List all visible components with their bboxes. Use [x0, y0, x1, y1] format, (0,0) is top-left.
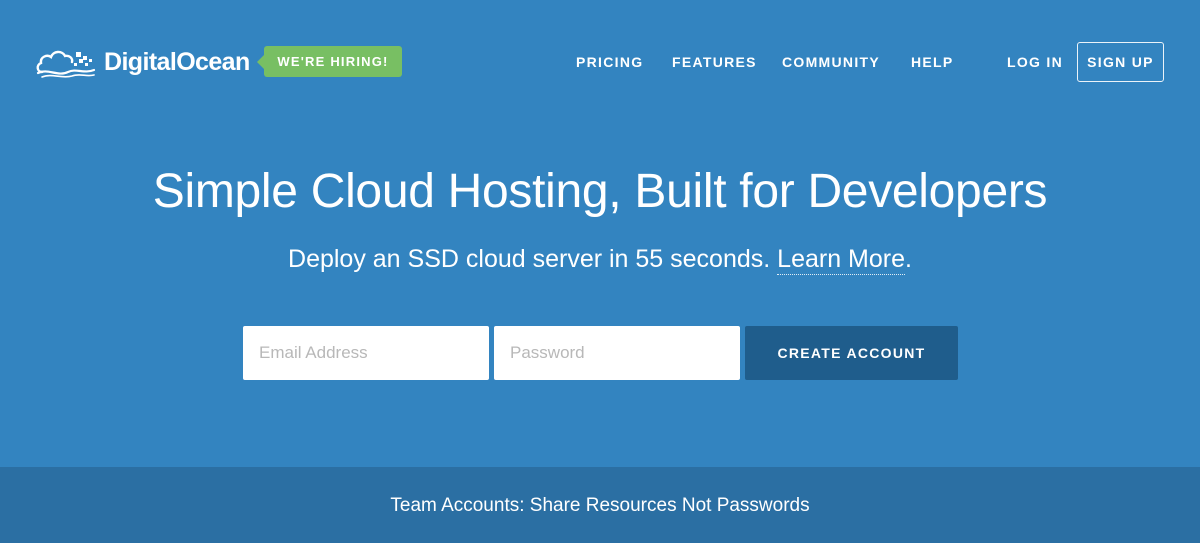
announcement-banner[interactable]: Team Accounts: Share Resources Not Passw…: [0, 467, 1200, 543]
logo[interactable]: DigitalOcean: [36, 42, 250, 82]
nav-help[interactable]: HELP: [911, 53, 954, 71]
nav-community[interactable]: COMMUNITY: [782, 53, 880, 71]
hero-subtitle-period: .: [905, 245, 912, 273]
email-input[interactable]: [243, 326, 489, 380]
nav-features[interactable]: FEATURES: [672, 53, 757, 71]
hero-subtitle-text: Deploy an SSD cloud server in 55 seconds…: [288, 245, 778, 273]
hero-subtitle: Deploy an SSD cloud server in 55 seconds…: [0, 243, 1200, 275]
signup-button[interactable]: SIGN UP: [1077, 42, 1164, 82]
nav-pricing[interactable]: PRICING: [576, 53, 643, 71]
password-input[interactable]: [494, 326, 740, 380]
site-header: DigitalOcean WE'RE HIRING! PRICING FEATU…: [0, 0, 1200, 124]
cloud-icon: [36, 50, 96, 78]
logo-text: DigitalOcean: [104, 47, 250, 76]
announcement-text: Team Accounts: Share Resources Not Passw…: [390, 495, 810, 516]
hiring-badge[interactable]: WE'RE HIRING!: [257, 46, 402, 77]
login-link[interactable]: LOG IN: [1007, 53, 1063, 71]
create-account-button[interactable]: CREATE ACCOUNT: [745, 326, 958, 380]
hero-title: Simple Cloud Hosting, Built for Develope…: [152, 165, 1048, 218]
learn-more-link[interactable]: Learn More: [777, 245, 906, 275]
